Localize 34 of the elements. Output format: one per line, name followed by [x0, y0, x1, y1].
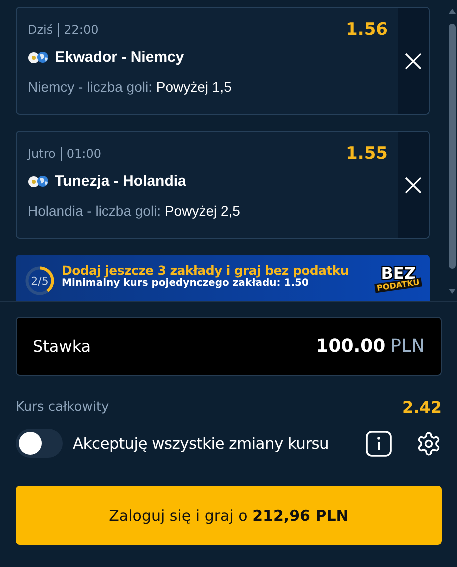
match-time: 01:00	[66, 147, 102, 161]
login-play-button[interactable]: Zaloguj się i graj o 212,96 PLN	[16, 486, 442, 545]
close-icon	[405, 52, 422, 70]
total-odds-value: 2.42	[402, 398, 442, 417]
bet-market: Holandia - liczba goli: Powyżej 2,5	[28, 203, 242, 219]
match-name: Tunezja - Holandia	[55, 173, 186, 190]
promo-text: Dodaj jeszcze 3 zakłady i graj bez podatku	[62, 263, 350, 278]
accept-label: Akceptuję wszystkie zmiany kursu	[73, 434, 330, 452]
accept-toggle[interactable]	[16, 429, 63, 458]
info-button[interactable]	[366, 430, 392, 456]
stake-amount: 100.00	[316, 336, 386, 357]
info-icon	[366, 430, 392, 456]
scrollbar[interactable]	[448, 9, 457, 294]
logo-subtext: PODATKU	[374, 278, 422, 294]
settings-button[interactable]	[416, 430, 442, 456]
close-icon	[405, 176, 422, 194]
bet-market: Niemcy - liczba goli: Powyżej 1,5	[28, 79, 233, 95]
match-day: Dziś	[28, 23, 54, 37]
sport-icon	[28, 176, 50, 188]
stake-currency: PLN	[390, 336, 425, 357]
bet-odds: 1.55	[346, 144, 388, 164]
settings-icon	[416, 430, 442, 456]
total-odds-label: Kurs całkowity	[16, 400, 110, 415]
sport-icon	[28, 52, 50, 64]
close-button[interactable]	[398, 132, 429, 238]
match-time: 22:00	[64, 23, 99, 37]
match-day: Jutro	[28, 147, 56, 161]
bet-odds: 1.56	[346, 20, 388, 40]
match-name: Ekwador - Niemcy	[55, 49, 184, 66]
promo-subtext: Minimalny kurs pojedynczego zakładu: 1.50	[62, 278, 310, 289]
progress-count: 2/5	[25, 266, 55, 296]
stake-label: Stawka	[33, 337, 92, 356]
stake-field[interactable]: Stawka 100.00 PLN	[16, 317, 442, 376]
close-button[interactable]	[398, 8, 429, 114]
